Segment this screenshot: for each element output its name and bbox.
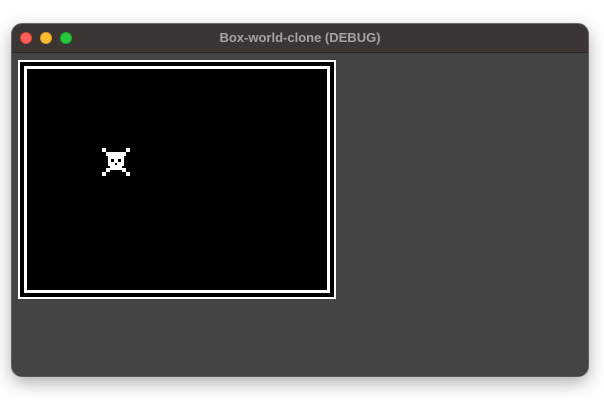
game-inner-border [24,66,330,293]
window-title: Box-world-clone (DEBUG) [219,30,381,45]
skull-crossbones-icon [100,146,132,178]
title-bar[interactable]: Box-world-clone (DEBUG) [12,24,588,53]
window-content [12,53,588,376]
game-canvas[interactable] [18,60,336,299]
app-window: Box-world-clone (DEBUG) [12,24,588,376]
